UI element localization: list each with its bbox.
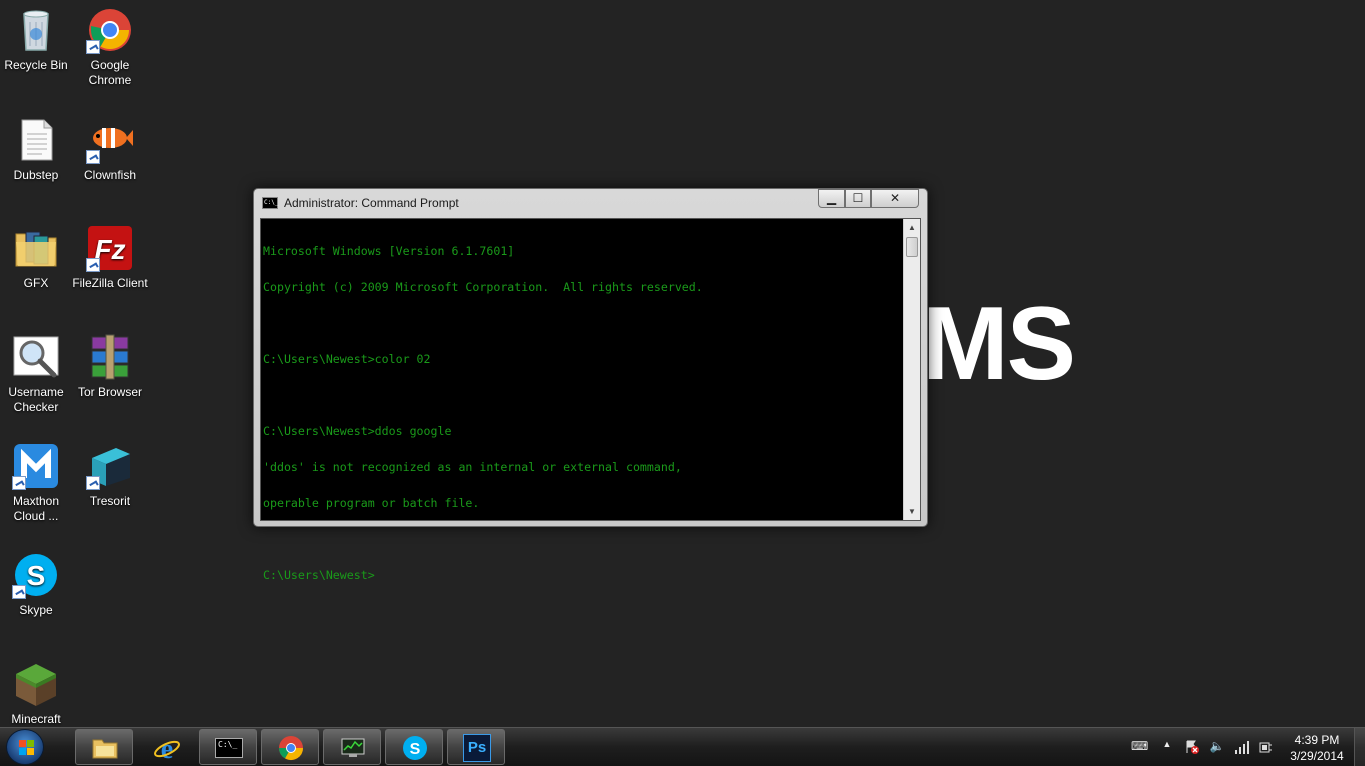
taskbar-ie-button[interactable]: e (137, 729, 195, 765)
desktop-icon-label: Google Chrome (88, 58, 132, 87)
tresorit-icon (86, 442, 134, 490)
network-monitor-icon (341, 738, 365, 757)
taskbar: e C:\_ S Ps ⌨ ▲ 🔈 4:39 PM 3/29/2014 (0, 727, 1365, 766)
console-area[interactable]: Microsoft Windows [Version 6.1.7601] Cop… (260, 218, 921, 581)
console-line: Copyright (c) 2009 Microsoft Corporation… (263, 280, 703, 294)
desktop-icon-label: Username Checker (8, 385, 64, 414)
desktop-icon-tor-browser[interactable]: Tor Browser (72, 333, 148, 400)
window-titlebar[interactable]: C:\_ Administrator: Command Prompt ▁ ☐ ✕ (254, 189, 927, 217)
desktop-icon-clownfish[interactable]: Clownfish (72, 116, 148, 183)
taskbar-explorer-button[interactable] (75, 729, 133, 765)
minecraft-icon (12, 660, 60, 708)
desktop-icon-label: Maxthon Cloud ... (12, 494, 60, 523)
winrar-icon (86, 333, 134, 381)
desktop-icon-label: Clownfish (83, 168, 137, 182)
scroll-thumb[interactable] (906, 237, 918, 257)
chrome-icon (279, 736, 303, 761)
command-prompt-icon: C:\_ (215, 738, 243, 758)
action-center-icon[interactable] (1184, 739, 1200, 755)
filezilla-icon: Fz (86, 224, 134, 272)
photoshop-icon: Ps (463, 734, 491, 762)
maximize-button[interactable]: ☐ (845, 189, 871, 208)
svg-text:S: S (27, 560, 46, 591)
console-output: Microsoft Windows [Version 6.1.7601] Cop… (263, 221, 903, 605)
desktop-icon-tresorit[interactable]: Tresorit (72, 442, 148, 509)
wallpaper-text: MS (922, 286, 1076, 402)
desktop-icon-label: Skype (19, 603, 53, 617)
shortcut-arrow-icon (86, 476, 100, 490)
clownfish-icon (86, 116, 134, 164)
console-line: operable program or batch file. (263, 496, 480, 510)
vertical-scrollbar[interactable]: ▲ ▼ (903, 219, 920, 520)
window-title: Administrator: Command Prompt (284, 196, 459, 210)
close-button[interactable]: ✕ (871, 189, 919, 208)
shortcut-arrow-icon (86, 150, 100, 164)
recycle-bin-icon (12, 6, 60, 54)
show-desktop-button[interactable] (1354, 728, 1365, 766)
desktop-icon-minecraft[interactable]: Minecraft (0, 660, 74, 727)
console-line: C:\Users\Newest>color 02 (263, 352, 431, 366)
folder-icon (12, 224, 60, 272)
desktop-icon-label: GFX (23, 276, 49, 290)
desktop-icon-label: FileZilla Client (72, 276, 148, 290)
desktop-icon-label: Tresorit (89, 494, 131, 508)
desktop-icon-maxthon[interactable]: Maxthon Cloud ... (0, 442, 74, 524)
explorer-folder-icon (92, 739, 118, 759)
taskbar-cmd-button[interactable]: C:\_ (199, 729, 257, 765)
shortcut-arrow-icon (12, 585, 26, 599)
console-line: 'ddos' is not recognized as an internal … (263, 460, 682, 474)
desktop-icon-label: Tor Browser (77, 385, 142, 399)
shortcut-arrow-icon (86, 40, 100, 54)
taskbar-skype-button[interactable]: S (385, 729, 443, 765)
clock-date[interactable]: 3/29/2014 (1286, 749, 1348, 763)
desktop-icon-skype[interactable]: S Skype (0, 551, 74, 618)
windows-logo-icon (19, 740, 26, 747)
skype-icon: S (12, 551, 60, 599)
clock-time[interactable]: 4:39 PM (1286, 733, 1348, 747)
console-prompt-line: C:\Users\Newest> (263, 568, 375, 582)
desktop-icon-label: Dubstep (13, 168, 59, 182)
taskbar-chrome-button[interactable] (261, 729, 319, 765)
maxthon-icon (12, 442, 60, 490)
scroll-down-arrow-icon[interactable]: ▼ (904, 503, 920, 520)
shortcut-arrow-icon (86, 258, 100, 272)
internet-explorer-icon: e (154, 734, 180, 762)
command-prompt-icon[interactable]: C:\_ (262, 197, 278, 209)
desktop-icon-recycle-bin[interactable]: Recycle Bin (0, 6, 74, 73)
desktop-icon-filezilla[interactable]: Fz FileZilla Client (72, 224, 148, 291)
desktop-icon-label: Minecraft (11, 712, 61, 726)
desktop-icon-google-chrome[interactable]: Google Chrome (72, 6, 148, 88)
taskbar-network-monitor-button[interactable] (323, 729, 381, 765)
text-file-icon (12, 116, 60, 164)
svg-text:S: S (410, 741, 421, 758)
skype-icon: S (403, 736, 427, 760)
volume-icon[interactable]: 🔈 (1209, 739, 1225, 755)
power-icon[interactable] (1258, 739, 1274, 755)
scroll-up-arrow-icon[interactable]: ▲ (904, 219, 920, 236)
command-prompt-window[interactable]: C:\_ Administrator: Command Prompt ▁ ☐ ✕… (253, 188, 928, 581)
console-line: C:\Users\Newest>ddos google (263, 424, 452, 438)
start-button[interactable] (6, 729, 44, 765)
desktop-icon-username-checker[interactable]: Username Checker (0, 333, 74, 415)
show-hidden-icons-icon[interactable]: ▲ (1159, 739, 1175, 755)
keyboard-icon[interactable]: ⌨ (1131, 739, 1148, 755)
magnifier-icon (12, 333, 60, 381)
desktop-icon-dubstep[interactable]: Dubstep (0, 116, 74, 183)
taskbar-photoshop-button[interactable]: Ps (447, 729, 505, 765)
svg-text:e: e (161, 734, 173, 762)
chrome-icon (86, 6, 134, 54)
shortcut-arrow-icon (12, 476, 26, 490)
signal-icon[interactable] (1234, 739, 1250, 755)
console-line: Microsoft Windows [Version 6.1.7601] (263, 244, 515, 258)
minimize-button[interactable]: ▁ (818, 189, 845, 208)
desktop-icon-gfx[interactable]: GFX (0, 224, 74, 291)
desktop-icon-label: Recycle Bin (4, 58, 68, 72)
